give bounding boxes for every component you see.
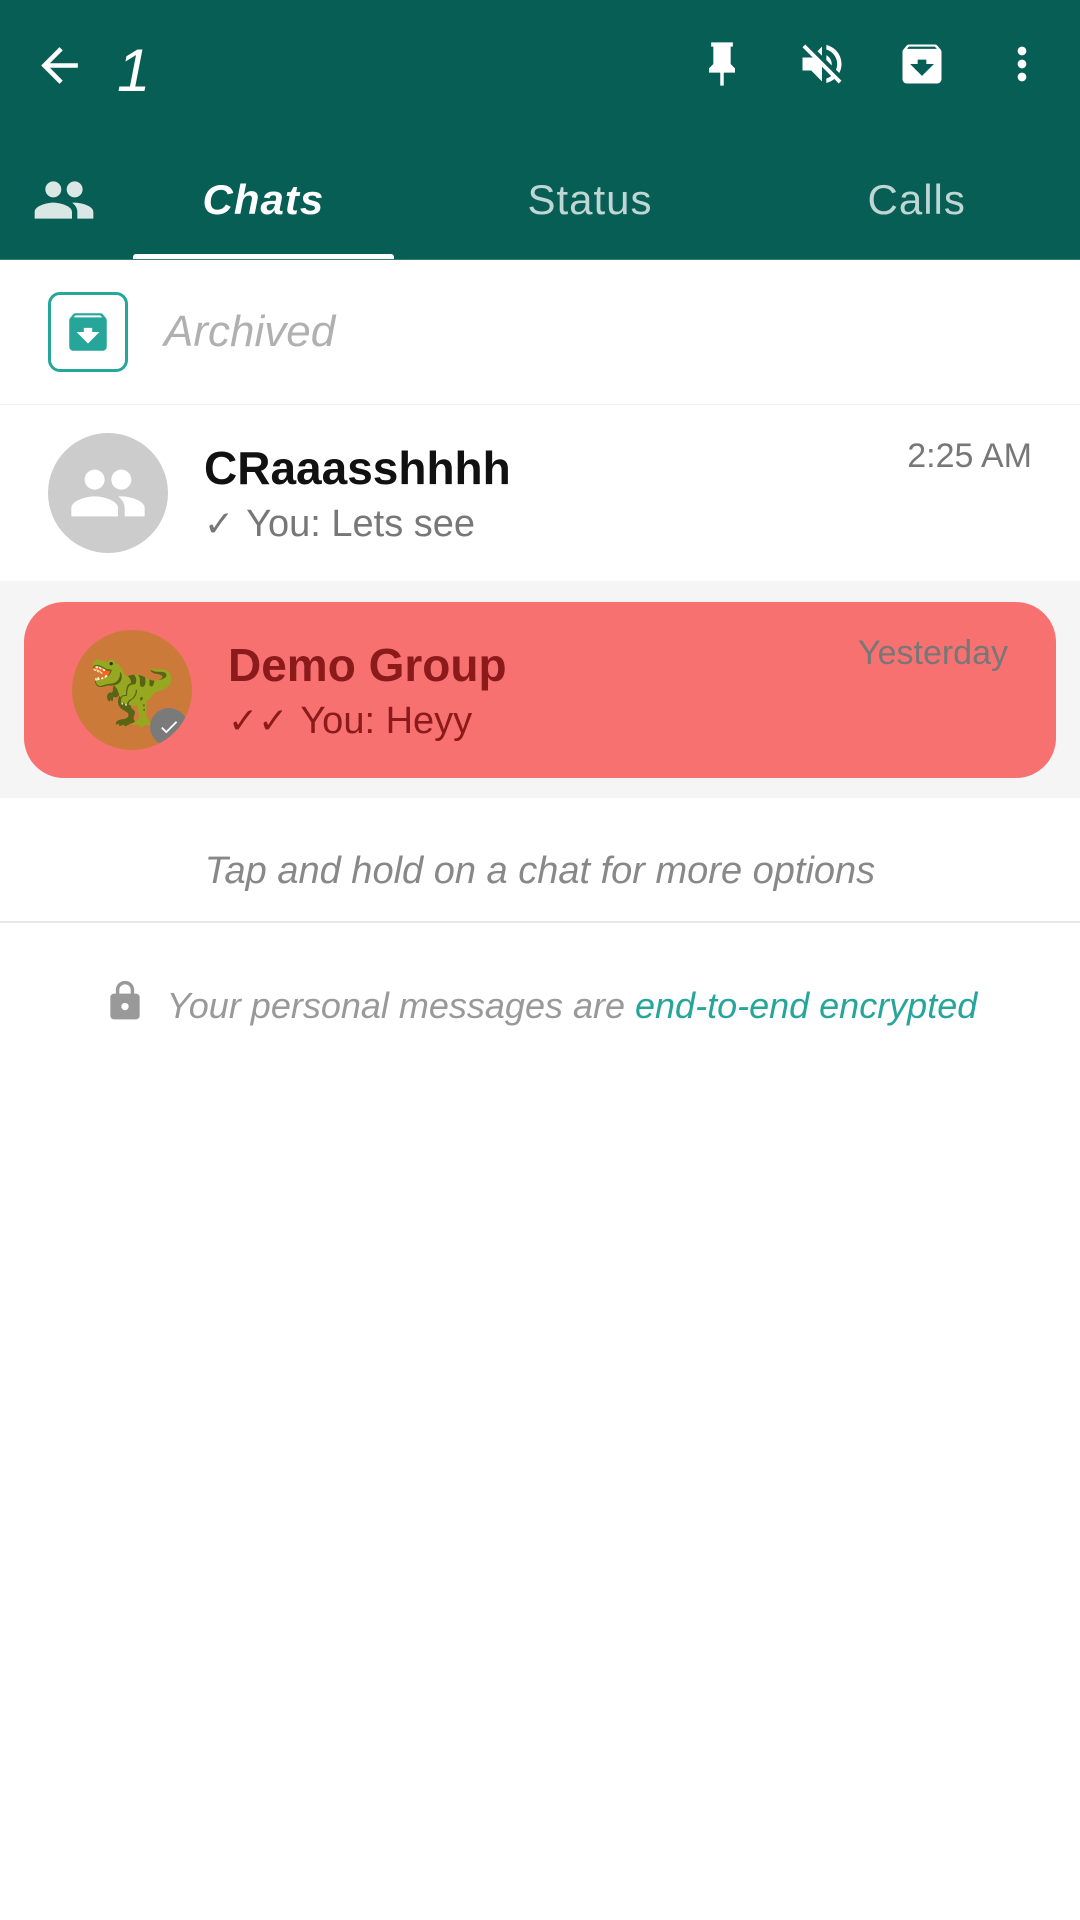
avatar-1 xyxy=(48,433,168,553)
encryption-text: Your personal messages are end-to-end en… xyxy=(167,985,978,1027)
top-action-bar: 1 xyxy=(0,0,1080,140)
chat-info-2: Demo Group ✓✓ You: Heyy xyxy=(228,638,858,743)
tab-calls[interactable]: Calls xyxy=(753,140,1080,259)
chat-preview-1: ✓ You: Lets see xyxy=(204,503,907,546)
group-icon[interactable] xyxy=(0,168,100,232)
top-icons xyxy=(696,38,1048,103)
encryption-link[interactable]: end-to-end encrypted xyxy=(635,985,977,1026)
info-bar: Tap and hold on a chat for more options xyxy=(0,798,1080,921)
archived-row[interactable]: Archived xyxy=(0,260,1080,405)
chat-item-1[interactable]: CRaaasshhhh ✓ You: Lets see 2:25 AM xyxy=(0,405,1080,582)
archive-icon[interactable] xyxy=(896,38,948,103)
tab-status[interactable]: Status xyxy=(427,140,754,259)
single-tick-icon: ✓ xyxy=(204,503,234,545)
archived-icon xyxy=(48,292,128,372)
chat-item-2[interactable]: 🦖 Demo Group ✓✓ You: Heyy Yesterday xyxy=(24,602,1056,778)
chat-list: CRaaasshhhh ✓ You: Lets see 2:25 AM 🦖 De… xyxy=(0,405,1080,798)
more-options-icon[interactable] xyxy=(996,38,1048,103)
archived-label: Archived xyxy=(164,307,335,357)
double-tick-icon: ✓✓ xyxy=(228,700,288,742)
avatar-2: 🦖 xyxy=(72,630,192,750)
chat-time-2: Yesterday xyxy=(858,630,1008,673)
chat-name-2: Demo Group xyxy=(228,638,858,692)
chat-name-1: CRaaasshhhh xyxy=(204,441,907,495)
encryption-notice: Your personal messages are end-to-end en… xyxy=(0,923,1080,1088)
tab-bar: Chats Status Calls xyxy=(0,140,1080,260)
selected-count: 1 xyxy=(117,36,696,105)
pin-icon[interactable] xyxy=(696,38,748,103)
chat-time-1: 2:25 AM xyxy=(907,433,1032,476)
back-button[interactable] xyxy=(32,38,87,103)
check-badge xyxy=(150,708,188,746)
tab-chats[interactable]: Chats xyxy=(100,140,427,259)
chat-preview-2: ✓✓ You: Heyy xyxy=(228,700,858,743)
lock-icon xyxy=(103,979,147,1032)
mute-icon[interactable] xyxy=(796,38,848,103)
chat-info-1: CRaaasshhhh ✓ You: Lets see xyxy=(204,441,907,546)
